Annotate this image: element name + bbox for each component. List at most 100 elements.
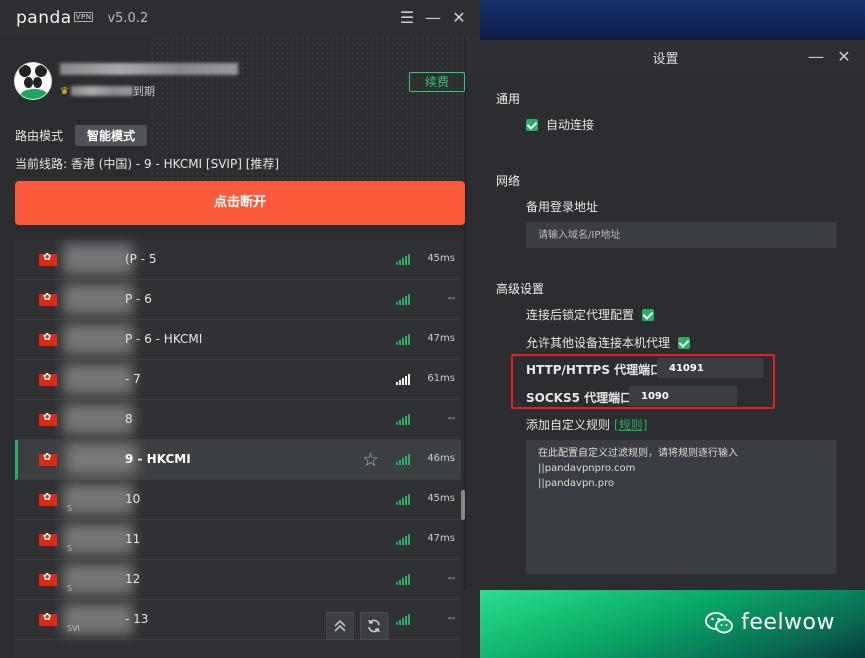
- allow-other-devices-checkbox[interactable]: [678, 336, 691, 349]
- allow-other-devices-row: 允许其他设备连接本机代理: [526, 334, 691, 351]
- rules-link[interactable]: [规则]: [614, 416, 647, 433]
- allow-other-devices-label: 允许其他设备连接本机代理: [526, 336, 671, 350]
- server-row[interactable]: S 10 45ms: [15, 480, 461, 520]
- app-version: v5.0.2: [107, 10, 149, 26]
- server-row[interactable]: 8 --: [15, 400, 461, 440]
- hong-kong-flag-icon: [39, 292, 57, 306]
- minimize-icon[interactable]: —: [424, 9, 442, 27]
- route-mode-row: 路由模式 智能模式: [15, 125, 148, 146]
- signal-strength-icon: [396, 613, 410, 625]
- expiry-suffix: 到期: [132, 85, 155, 98]
- server-latency: 47ms: [427, 533, 455, 544]
- server-list: (P - 5 45ms P - 6 -- P - 6 - HKCMI 47ms - 7 61m…: [15, 240, 461, 658]
- section-general: 通用: [496, 92, 521, 106]
- signal-strength-icon: [396, 373, 410, 385]
- rule-line: ||pandavpnpro.com: [538, 463, 636, 474]
- watermark-text: feelwow: [741, 610, 835, 635]
- server-latency: 47ms: [427, 333, 455, 344]
- server-name-redacted: [63, 284, 133, 314]
- custom-rules-label: 添加自定义规则: [526, 418, 611, 432]
- server-name-redacted: [63, 524, 133, 554]
- server-name: 8: [125, 412, 133, 426]
- server-name: 11: [125, 532, 141, 546]
- hong-kong-flag-icon: [39, 612, 57, 626]
- server-name: 10: [125, 492, 141, 506]
- server-row[interactable]: SVI - 13 --: [15, 600, 461, 640]
- server-name: (P - 5: [125, 252, 157, 266]
- scroll-top-button[interactable]: [326, 612, 354, 640]
- menu-icon[interactable]: ☰: [398, 9, 416, 27]
- desktop-background-bottom: feelwow: [480, 588, 865, 658]
- http-port-input[interactable]: [657, 358, 763, 378]
- crown-icon: ♛: [60, 85, 69, 97]
- server-latency: --: [447, 293, 455, 304]
- desktop-background: [480, 0, 865, 45]
- lock-proxy-label: 连接后锁定代理配置: [526, 308, 635, 322]
- server-name-redacted: [63, 564, 133, 594]
- socks5-port-input[interactable]: [629, 386, 737, 406]
- server-row[interactable]: (P - 5 45ms: [15, 240, 461, 280]
- signal-strength-icon: [396, 333, 410, 345]
- server-latency: 61ms: [427, 373, 455, 384]
- hong-kong-flag-icon: [39, 412, 57, 426]
- server-name-redacted: [63, 244, 133, 274]
- signal-strength-icon: [396, 413, 410, 425]
- server-row[interactable]: 9 - HKCMI ☆ 46ms: [15, 440, 461, 480]
- double-chevron-up-icon: [334, 619, 346, 632]
- avatar: [14, 62, 52, 100]
- hong-kong-flag-icon: [39, 332, 57, 346]
- signal-strength-icon: [396, 253, 410, 265]
- server-row[interactable]: - 7 61ms: [15, 360, 461, 400]
- hong-kong-flag-icon: [39, 252, 57, 266]
- refresh-icon: [368, 619, 380, 633]
- custom-rules-row: 添加自定义规则 [规则]: [526, 416, 647, 433]
- server-name: P - 6: [125, 292, 152, 306]
- server-row[interactable]: S 12 --: [15, 560, 461, 600]
- renew-button[interactable]: 续费: [409, 72, 465, 92]
- favorite-star-icon[interactable]: ☆: [362, 449, 379, 471]
- server-latency: --: [447, 413, 455, 424]
- wechat-icon: [705, 611, 734, 633]
- auto-connect-checkbox[interactable]: [526, 118, 538, 131]
- signal-strength-icon: [396, 453, 410, 465]
- minimize-icon[interactable]: —: [807, 48, 825, 66]
- route-mode-selector[interactable]: 智能模式: [75, 125, 148, 146]
- auto-connect-label: 自动连接: [546, 118, 595, 132]
- hong-kong-flag-icon: [39, 572, 57, 586]
- disconnect-button[interactable]: 点击断开: [15, 181, 465, 225]
- section-network: 网络: [496, 174, 521, 188]
- server-row[interactable]: P - 6 --: [15, 280, 461, 320]
- server-name: 9 - HKCMI: [125, 452, 191, 466]
- server-tier: S: [67, 544, 73, 553]
- auto-connect-row: 自动连接: [526, 116, 594, 133]
- close-icon[interactable]: ✕: [835, 48, 853, 66]
- settings-title: 设置: [652, 52, 679, 67]
- server-latency: --: [447, 573, 455, 584]
- server-name: P - 6 - HKCMI: [125, 332, 203, 346]
- server-latency: --: [447, 613, 455, 624]
- server-row[interactable]: P - 6 - HKCMI 47ms: [15, 320, 461, 360]
- hong-kong-flag-icon: [39, 492, 57, 506]
- hong-kong-flag-icon: [39, 372, 57, 386]
- close-icon[interactable]: ✕: [450, 9, 468, 27]
- user-name-redacted: [60, 63, 238, 75]
- server-name-redacted: [63, 484, 133, 514]
- settings-title-bar: 设置 — ✕: [466, 40, 865, 73]
- custom-rules-textarea[interactable]: 在此配置自定义过滤规则，请将规则逐行输入 ||pandavpnpro.com |…: [526, 440, 837, 574]
- socks5-port-label: SOCKS5 代理端口: [526, 391, 633, 405]
- server-row[interactable]: S 11 47ms: [15, 520, 461, 560]
- current-line: 当前线路: 香港 (中国) - 9 - HKCMI [SVIP] [推荐]: [15, 157, 280, 171]
- refresh-button[interactable]: [360, 612, 388, 640]
- server-tier: S: [67, 584, 73, 593]
- signal-strength-icon: [396, 493, 410, 505]
- expiry-info: ♛ 到期: [60, 83, 238, 99]
- backup-login-input[interactable]: [526, 222, 837, 248]
- rules-hint: 在此配置自定义过滤规则，请将规则逐行输入: [538, 448, 738, 459]
- user-profile: ♛ 到期: [14, 62, 238, 100]
- lock-proxy-checkbox[interactable]: [642, 308, 655, 321]
- http-port-label: HTTP/HTTPS 代理端口: [526, 363, 663, 377]
- backup-login-label: 备用登录地址: [526, 200, 599, 214]
- server-name: 12: [125, 572, 141, 586]
- panda-vpn-window: panda VPN v5.0.2 ☰ — ✕ ♛ 到期 续费 路由模式 智能模式 …: [0, 0, 480, 658]
- section-advanced: 高级设置: [496, 282, 545, 296]
